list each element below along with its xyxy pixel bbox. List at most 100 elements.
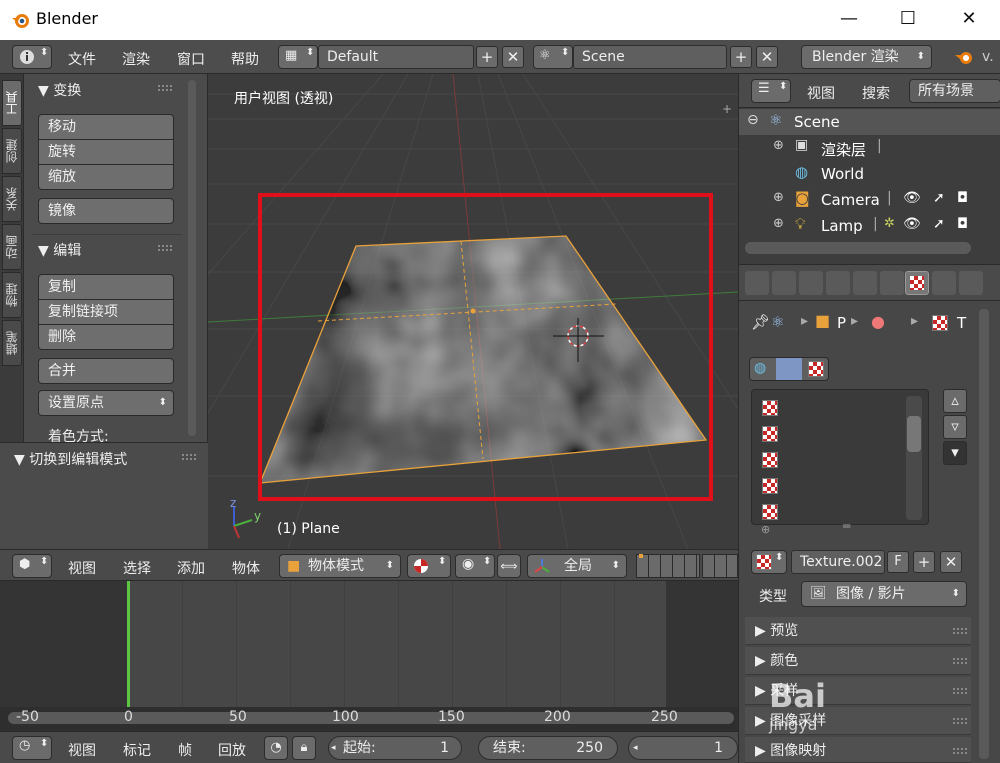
constraints-tab-icon[interactable]: [799, 271, 823, 295]
menu-select[interactable]: 选择: [123, 558, 151, 578]
tab-animation[interactable]: 动画: [2, 224, 22, 270]
start-frame-field[interactable]: ◂ 起始: 1: [328, 736, 462, 760]
render-camera-icon[interactable]: ◘: [957, 216, 968, 232]
pivot-point-dropdown[interactable]: ◉ ⬍: [455, 554, 495, 578]
tab-create[interactable]: 创建: [2, 128, 22, 174]
render-engine-dropdown[interactable]: Blender 渲染 ⬍: [801, 45, 932, 69]
timeline-scrollbar[interactable]: [8, 712, 734, 724]
select-cursor-icon[interactable]: ➚: [933, 216, 945, 232]
menu-render[interactable]: 渲染: [122, 49, 150, 69]
3d-viewport[interactable]: 用户视图 (透视) (1) Plane z y +: [208, 74, 738, 549]
select-cursor-icon[interactable]: ➚: [933, 190, 945, 206]
image-mapping-panel-header[interactable]: ▶ 图像映射: [745, 737, 971, 763]
modifiers-tab-icon[interactable]: [826, 271, 850, 295]
timeline-area[interactable]: -50 0 50 100 150 200 250: [0, 581, 738, 731]
menu-add[interactable]: 添加: [177, 558, 205, 578]
texture-slot-icon[interactable]: [762, 400, 778, 416]
menu-marker[interactable]: 标记: [123, 740, 151, 760]
editor-type-button[interactable]: ⬍: [12, 45, 52, 69]
menu-frame[interactable]: 帧: [178, 740, 192, 760]
delete-layout-button[interactable]: ✕: [502, 46, 524, 68]
current-frame-field[interactable]: ◂ 1: [628, 736, 738, 760]
layer-buttons[interactable]: [636, 554, 700, 578]
tab-relations[interactable]: 关系: [2, 176, 22, 222]
rotate-button[interactable]: 旋转: [38, 139, 174, 165]
delete-scene-button[interactable]: ✕: [756, 46, 778, 68]
lock-icon[interactable]: 🔒︎: [292, 736, 316, 760]
scene-selector[interactable]: ⚛ ⬍: [533, 45, 573, 69]
mirror-button[interactable]: 镜像: [38, 198, 174, 224]
end-frame-field[interactable]: 结束: 250: [478, 736, 618, 760]
outliner-scrollbar[interactable]: [745, 242, 971, 254]
drag-grip-icon[interactable]: [953, 658, 967, 664]
viewport-canvas[interactable]: [208, 74, 738, 549]
menu-help[interactable]: 帮助: [231, 49, 259, 69]
left-arrow-icon[interactable]: ◂: [331, 737, 336, 759]
drag-grip-icon[interactable]: [182, 454, 196, 460]
physics-tab-icon[interactable]: [959, 271, 983, 295]
outliner-row-camera[interactable]: ⊕ ◙ Camera | 👁︎ ➚ ◘: [739, 187, 1000, 213]
set-origin-dropdown[interactable]: 设置原点 ⬍: [38, 390, 174, 416]
editor-type-button[interactable]: ⬢ ⬍: [12, 554, 52, 578]
tab-tools[interactable]: 工具: [2, 80, 22, 126]
tab-physics[interactable]: 物理: [2, 272, 22, 318]
unlink-texture-button[interactable]: ✕: [940, 551, 962, 573]
edit-panel-header[interactable]: ▼ 编辑: [38, 240, 81, 260]
texture-slot-icon[interactable]: [762, 478, 778, 494]
editor-type-button[interactable]: ☰ ⬍: [751, 79, 791, 103]
menu-window[interactable]: 窗口: [177, 49, 205, 69]
toggle-edit-mode-header[interactable]: ▼ 切换到编辑模式: [14, 449, 127, 469]
texture-slot-icon[interactable]: [762, 504, 778, 520]
duplicate-linked-button[interactable]: 复制链接项: [38, 299, 174, 325]
close-button[interactable]: ✕: [946, 0, 992, 40]
particles-tab-icon[interactable]: [932, 271, 956, 295]
layer-buttons[interactable]: [702, 554, 738, 578]
expand-icon[interactable]: ⊕: [773, 190, 784, 205]
fake-user-button[interactable]: F: [887, 551, 909, 573]
manipulator-toggle-icon[interactable]: ⟺: [497, 554, 521, 578]
object-tab-icon[interactable]: [772, 271, 796, 295]
move-slot-up-button[interactable]: ▵: [943, 389, 967, 413]
other-context-icon[interactable]: [808, 361, 824, 377]
tool-shelf-scrollbar[interactable]: [188, 80, 196, 436]
editor-type-button[interactable]: ◷ ⬍: [12, 736, 52, 760]
current-frame-line[interactable]: [127, 581, 130, 707]
outliner-row-world[interactable]: ◍ World: [739, 161, 1000, 187]
scene-name[interactable]: Scene: [573, 45, 727, 69]
minimize-button[interactable]: —: [826, 0, 872, 40]
world-icon[interactable]: ◍: [754, 360, 766, 376]
menu-view[interactable]: 视图: [807, 83, 835, 103]
move-slot-down-button[interactable]: ▿: [943, 415, 967, 439]
preview-range-icon[interactable]: ◔: [264, 736, 288, 760]
transform-orientation-dropdown[interactable]: 全局 ⬍: [527, 554, 627, 578]
outliner-row-render-layers[interactable]: ⊕ ▣ 渲染层 |: [739, 135, 1000, 161]
menu-view[interactable]: 视图: [68, 558, 96, 578]
resize-dot-icon[interactable]: ⊕: [761, 523, 770, 536]
render-camera-icon[interactable]: ◘: [957, 190, 968, 206]
data-tab-icon[interactable]: [853, 271, 877, 295]
drag-grip-icon[interactable]: [953, 718, 967, 724]
scale-button[interactable]: 缩放: [38, 164, 174, 190]
colors-panel-header[interactable]: ▶ 颜色: [745, 647, 971, 675]
texture-browse-button[interactable]: ⬍: [751, 550, 787, 574]
drag-grip-icon[interactable]: [158, 245, 172, 251]
scroll-thumb[interactable]: [907, 416, 921, 452]
texture-slot-icon[interactable]: [762, 426, 778, 442]
pin-icon[interactable]: 📌︎: [751, 313, 770, 331]
screen-layout-selector[interactable]: ▦ ⬍: [278, 45, 318, 69]
menu-playback[interactable]: 回放: [218, 740, 246, 760]
drag-grip-icon[interactable]: [953, 748, 967, 754]
viewport-add-region-icon[interactable]: +: [722, 102, 732, 116]
screen-layout-name[interactable]: Default: [318, 45, 474, 69]
drag-grip-icon[interactable]: [953, 688, 967, 694]
texture-slot-icon[interactable]: [762, 452, 778, 468]
material-context-button[interactable]: [776, 358, 802, 380]
add-scene-button[interactable]: +: [730, 46, 752, 68]
texture-context-selector[interactable]: ◍: [749, 357, 829, 381]
slot-specials-button[interactable]: ▾: [943, 441, 967, 465]
delete-button[interactable]: 删除: [38, 324, 174, 350]
viewport-shading-dropdown[interactable]: ⬍: [407, 554, 451, 578]
outliner-row-scene[interactable]: ⊖ ⚛ Scene: [739, 109, 1000, 135]
menu-view[interactable]: 视图: [68, 740, 96, 760]
collapse-icon[interactable]: ⊖: [747, 112, 759, 128]
